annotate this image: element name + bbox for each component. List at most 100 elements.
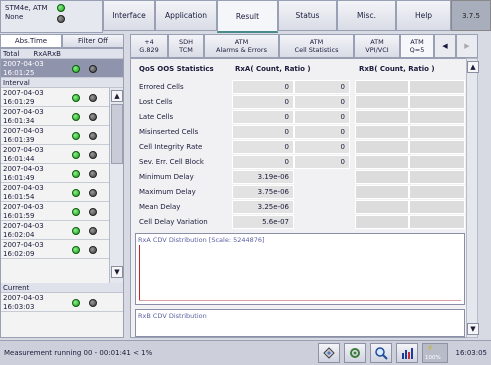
stat-label: Lost Cells bbox=[139, 98, 173, 106]
stat-label: Cell Delay Variation bbox=[139, 218, 208, 226]
rxa-ratio: 0 bbox=[294, 140, 350, 154]
rxa-ratio: 0 bbox=[294, 125, 350, 139]
interval-scrollbar[interactable]: ▲ ▼ bbox=[109, 88, 123, 283]
rxb-cdv-distribution: RxB CDV Distribution bbox=[135, 309, 465, 337]
stat-label: Mean Delay bbox=[139, 203, 181, 211]
tab-misc[interactable]: Misc. bbox=[337, 0, 396, 31]
rxa-count: 0 bbox=[232, 110, 294, 124]
interval-row[interactable]: 2007-04-03 16:01:34 bbox=[1, 107, 109, 126]
rxa-led-icon bbox=[72, 189, 80, 197]
rxa-count: 0 bbox=[232, 155, 294, 169]
qos-heading: QoS OOS Statistics bbox=[139, 65, 214, 73]
rxa-led-icon bbox=[72, 94, 80, 102]
rxb-led-icon bbox=[89, 208, 97, 216]
qos-statistics-panel: QoS OOS Statistics RxA( Count, Ratio ) R… bbox=[130, 58, 476, 338]
rxa-cdv-bar bbox=[139, 245, 140, 301]
rxb-count bbox=[355, 80, 409, 94]
battery-indicator: ⚡ 100% bbox=[422, 343, 448, 363]
tab-atm-alarms-errors[interactable]: ATM Alarms & Errors bbox=[204, 34, 279, 58]
rxa-value: 5.6e-07 bbox=[232, 215, 294, 229]
interval-row[interactable]: 2007-04-03 16:02:09 bbox=[1, 240, 109, 259]
tab-status[interactable]: Status bbox=[278, 0, 337, 31]
interval-row[interactable]: 2007-04-03 16:01:39 bbox=[1, 126, 109, 145]
rxb-ratio bbox=[409, 140, 465, 154]
scroll-down-icon[interactable]: ▼ bbox=[467, 323, 479, 335]
rxb-led-icon bbox=[89, 151, 97, 159]
zoom-icon[interactable] bbox=[370, 343, 392, 363]
total-heading: Total RxARxB bbox=[1, 49, 123, 59]
rxa-led-icon bbox=[72, 227, 80, 235]
rxa-ratio: 0 bbox=[294, 95, 350, 109]
rxa-count: 0 bbox=[232, 140, 294, 154]
status-led-gray-icon bbox=[57, 15, 65, 23]
rxa-cdv-baseline bbox=[139, 300, 461, 301]
current-row[interactable]: 2007-04-03 16:03:03 bbox=[1, 293, 123, 312]
scroll-thumb[interactable] bbox=[111, 104, 123, 164]
stat-label: Sev. Err. Cell Block bbox=[139, 158, 204, 166]
scroll-up-icon[interactable]: ▲ bbox=[111, 90, 123, 102]
rxa-led-icon bbox=[72, 113, 80, 121]
interval-row[interactable]: 2007-04-03 16:01:59 bbox=[1, 202, 109, 221]
interval-row[interactable]: 2007-04-03 16:01:44 bbox=[1, 145, 109, 164]
version-label: 3.7.5 bbox=[451, 0, 491, 31]
stat-label: Cell Integrity Rate bbox=[139, 143, 203, 151]
stat-label: Errored Cells bbox=[139, 83, 184, 91]
rxb-value bbox=[355, 185, 409, 199]
tab-interface[interactable]: Interface bbox=[103, 0, 155, 31]
settings-icon[interactable] bbox=[344, 343, 366, 363]
rxb-led-icon bbox=[89, 113, 97, 121]
tab-result[interactable]: Result bbox=[217, 0, 278, 33]
rxb-ratio bbox=[409, 80, 465, 94]
rxb-value bbox=[355, 200, 409, 214]
rxb-ratio bbox=[409, 215, 465, 229]
rxb-ratio bbox=[409, 95, 465, 109]
rxb-led-icon bbox=[89, 246, 97, 254]
tab-application[interactable]: Application bbox=[155, 0, 217, 31]
rxb-led-icon bbox=[89, 227, 97, 235]
interval-list: 2007-04-03 16:01:29 2007-04-03 16:01:34 … bbox=[1, 88, 123, 283]
rxb-count bbox=[355, 95, 409, 109]
interval-row[interactable]: 2007-04-03 16:02:04 bbox=[1, 221, 109, 240]
clock: 16:03:05 bbox=[455, 349, 487, 357]
total-row[interactable]: 2007-04-03 16:01:25 bbox=[1, 59, 123, 78]
rxa-led-icon bbox=[72, 208, 80, 216]
rxb-count bbox=[355, 140, 409, 154]
rxa-heading: RxA( Count, Ratio ) bbox=[235, 65, 311, 73]
tab-filter-off[interactable]: Filter Off bbox=[62, 34, 124, 48]
graph-icon[interactable] bbox=[396, 343, 418, 363]
tab-sdh-tcm[interactable]: SDH TCM bbox=[168, 34, 204, 58]
tab-atm-cell-statistics[interactable]: ATM Cell Statistics bbox=[279, 34, 354, 58]
current-heading: Current bbox=[1, 283, 123, 293]
rxa-value: 3.25e-06 bbox=[232, 200, 294, 214]
rxa-value: 3.75e-06 bbox=[232, 185, 294, 199]
measurement-status: Measurement running 00 - 00:01:41 < 1% bbox=[4, 349, 153, 357]
stat-label: Misinserted Cells bbox=[139, 128, 199, 136]
stat-label: Minimum Delay bbox=[139, 173, 194, 181]
rxa-ratio: 0 bbox=[294, 110, 350, 124]
tab-g829[interactable]: +4 G.829 bbox=[130, 34, 168, 58]
interval-row[interactable]: 2007-04-03 16:01:54 bbox=[1, 183, 109, 202]
tab-abs-time[interactable]: Abs.Time bbox=[0, 34, 62, 48]
tab-atm-vpi-vci[interactable]: ATM VPI/VCI bbox=[354, 34, 400, 58]
battery-percent: 100% bbox=[425, 355, 441, 361]
rxa-led-icon bbox=[72, 299, 80, 307]
rxb-count bbox=[355, 125, 409, 139]
instrument-status[interactable]: STM4e, ATM None bbox=[0, 0, 103, 33]
rxb-count bbox=[355, 110, 409, 124]
instrument-sub: None bbox=[5, 13, 24, 21]
total-label: Total bbox=[3, 49, 20, 58]
rxb-ratio bbox=[409, 155, 465, 169]
rxa-led-icon bbox=[72, 246, 80, 254]
tab-scroll-left-icon[interactable]: ◀ bbox=[434, 34, 456, 58]
content-scrollbar[interactable]: ▲ ▼ bbox=[466, 58, 479, 338]
interval-row[interactable]: 2007-04-03 16:01:29 bbox=[1, 88, 109, 107]
tab-atm-qos[interactable]: ATM Q=5 bbox=[400, 34, 434, 58]
rxb-heading: RxB( Count, Ratio ) bbox=[359, 65, 435, 73]
tab-scroll-right-icon[interactable]: ▶ bbox=[456, 34, 478, 58]
rxb-value bbox=[355, 170, 409, 184]
tab-help[interactable]: Help bbox=[396, 0, 451, 31]
scroll-up-icon[interactable]: ▲ bbox=[467, 61, 479, 73]
interval-row[interactable]: 2007-04-03 16:01:49 bbox=[1, 164, 109, 183]
scroll-down-icon[interactable]: ▼ bbox=[111, 266, 123, 278]
print-icon[interactable] bbox=[318, 343, 340, 363]
